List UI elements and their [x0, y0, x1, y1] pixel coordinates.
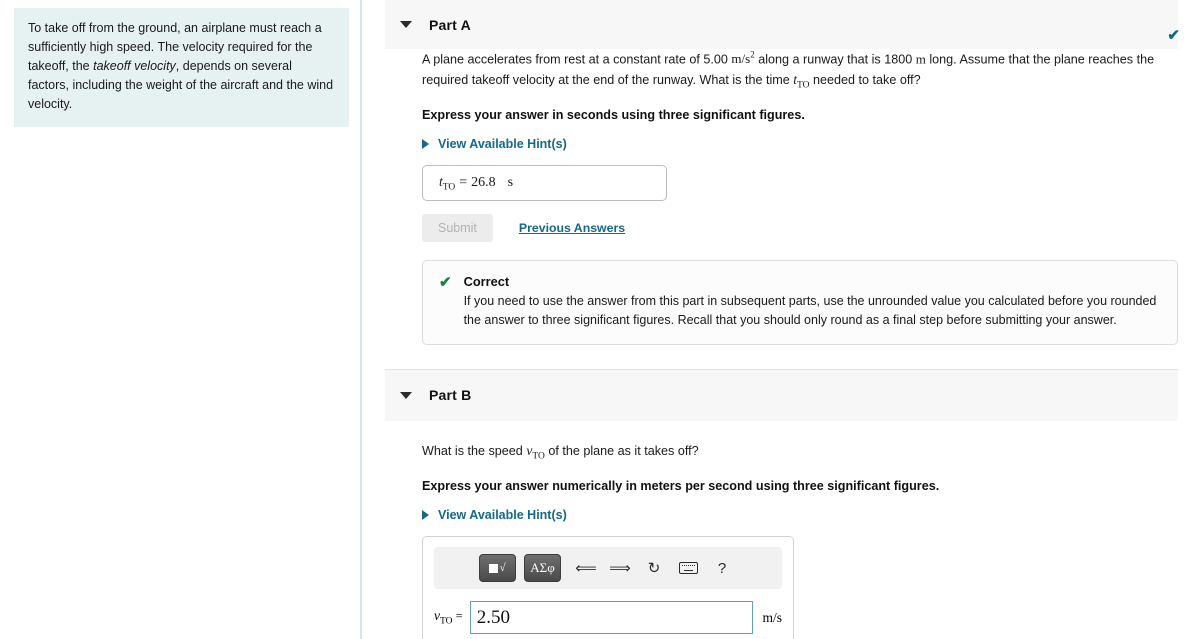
- part-b-entry-variable-sub: TO: [440, 617, 453, 627]
- part-a-unit-1: m/s2: [731, 50, 755, 67]
- part-a-previous-answers-link[interactable]: Previous Answers: [519, 221, 625, 235]
- part-a-header[interactable]: Part A: [385, 0, 1178, 49]
- part-b-entry-unit: m/s: [762, 609, 782, 625]
- part-a-button-row: Submit Previous Answers: [422, 214, 1178, 243]
- part-a-question: A plane accelerates from rest at a const…: [422, 49, 1162, 93]
- part-a-correct-check-icon: ✔: [1167, 27, 1180, 44]
- part-a-answer-field[interactable]: tTO = 26.8 s: [422, 165, 667, 202]
- part-b-hint-label: View Available Hint(s): [438, 508, 567, 523]
- part-b-instruction: Express your answer numerically in meter…: [422, 479, 940, 494]
- redo-icon[interactable]: ⟹: [607, 555, 633, 581]
- part-a-hint-label: View Available Hint(s): [438, 137, 567, 152]
- part-b-entry-variable: vTO: [434, 608, 453, 627]
- part-a-answer-value: 26.8: [471, 175, 496, 191]
- part-a-feedback-body: If you need to use the answer from this …: [463, 294, 1157, 327]
- math-toolbar: √ ΑΣφ ⟸ ⟹ ↻ ?: [434, 547, 782, 590]
- part-a-answer-variable-sub: TO: [442, 182, 456, 193]
- intro-panel: To take off from the ground, an airplane…: [14, 8, 349, 127]
- part-b-entry-label: vTO =: [434, 608, 463, 627]
- part-a-title: Part A: [429, 16, 471, 33]
- part-b-title: Part B: [429, 387, 472, 404]
- part-a-unit-1-base: m/s: [731, 51, 751, 67]
- part-a-instruction: Express your answer in seconds using thr…: [422, 108, 805, 123]
- part-a-time-variable: tTO: [793, 72, 809, 91]
- undo-icon[interactable]: ⟸: [573, 555, 599, 581]
- part-a-view-hints-link[interactable]: View Available Hint(s): [422, 137, 1178, 151]
- intro-column: To take off from the ground, an airplane…: [0, 0, 362, 639]
- part-a-feedback-correct: ✔ Correct If you need to use the answer …: [422, 260, 1178, 345]
- template-radical-button[interactable]: √: [479, 554, 516, 583]
- part-a-feedback-content: Correct If you need to use the answer fr…: [464, 274, 1161, 330]
- part-a-question-text-2: along a runway that is 1800: [758, 52, 913, 67]
- part-a-question-text-1: A plane accelerates from rest at a const…: [422, 52, 728, 67]
- part-b-speed-variable: vTO: [526, 443, 545, 462]
- part-a-answer-equals: =: [459, 175, 468, 191]
- reset-icon[interactable]: ↻: [641, 555, 667, 581]
- part-b-body: What is the speed vTO of the plane as it…: [362, 421, 1200, 639]
- part-b-view-hints-link[interactable]: View Available Hint(s): [422, 508, 1178, 522]
- problem-column: Part A ✔ A plane accelerates from rest a…: [362, 0, 1200, 639]
- part-a-time-variable-sub: TO: [797, 80, 810, 91]
- help-icon[interactable]: ?: [709, 555, 735, 581]
- part-b-question: What is the speed vTO of the plane as it…: [422, 441, 1162, 464]
- hint-expand-caret-icon: [422, 139, 429, 150]
- correct-check-icon: ✔: [439, 274, 452, 292]
- part-b-header[interactable]: Part B: [385, 368, 1178, 421]
- hint-expand-caret-icon: [422, 510, 429, 521]
- part-a-answer-variable: tTO: [439, 174, 455, 193]
- collapse-caret-icon[interactable]: [400, 21, 412, 28]
- collapse-caret-icon[interactable]: [400, 391, 412, 399]
- part-b-speed-variable-sub: TO: [532, 451, 545, 462]
- part-b-answer-input[interactable]: [469, 601, 754, 635]
- part-a-body: A plane accelerates from rest at a const…: [362, 49, 1200, 345]
- part-a-answer-unit: s: [507, 175, 514, 191]
- part-b-math-entry-widget: √ ΑΣφ ⟸ ⟹ ↻ ? vTO = m/s: [422, 536, 794, 639]
- part-b-question-text-1: What is the speed: [422, 443, 523, 458]
- part-a-question-text-4: needed to take off?: [813, 72, 921, 87]
- part-a-unit-2: m: [915, 51, 926, 67]
- intro-emphasis: takeoff velocity: [93, 59, 176, 73]
- page-root: To take off from the ground, an airplane…: [0, 0, 1200, 639]
- template-square-icon: [489, 563, 499, 573]
- part-b-entry-equals: =: [455, 609, 463, 624]
- keyboard-icon[interactable]: [675, 555, 701, 581]
- part-b-question-text-2: of the plane as it takes off?: [548, 443, 699, 458]
- part-a-feedback-title: Correct: [463, 274, 510, 290]
- part-b-entry-row: vTO = m/s: [434, 601, 782, 635]
- template-radical-icon: √: [499, 562, 506, 575]
- part-a-submit-button[interactable]: Submit: [422, 214, 493, 243]
- part-a-unit-1-exp: 2: [750, 50, 755, 60]
- part-a-bottom-spacer: [362, 345, 1200, 369]
- greek-symbols-button[interactable]: ΑΣφ: [524, 554, 561, 583]
